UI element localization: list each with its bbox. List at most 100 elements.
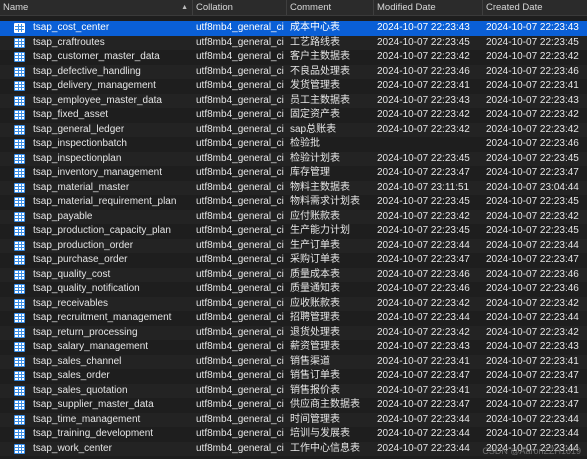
row-name: tsap_production_order (33, 239, 134, 251)
table-row[interactable]: tsap_inspectionbatch utf8mb4_general_ci 检验… (0, 137, 587, 152)
row-created-date: 2024-10-07 22:23:42 (486, 326, 579, 338)
row-created-date: 2024-10-07 22:23:46 (486, 138, 579, 149)
table-row[interactable]: tsap_inspectionplan utf8mb4_general_ci 检验计… (0, 151, 587, 167)
row-collation: utf8mb4_general_ci (196, 94, 284, 106)
row-name-cell[interactable]: tsap_production_order (0, 239, 193, 254)
table-icon (14, 124, 25, 135)
table-icon (14, 139, 25, 150)
table-icon (14, 168, 25, 179)
table-row[interactable]: tsap_general_ledger utf8mb4_general_ci sap… (0, 122, 587, 138)
row-name-cell[interactable]: tsap_production_capacity_plan (0, 224, 193, 239)
row-name-cell[interactable]: tsap_quality_notification (0, 282, 193, 297)
table-row[interactable]: tsap_payable utf8mb4_general_ci 应付账款表 2024-… (0, 209, 587, 225)
table-row[interactable]: tsap_cost_center utf8mb4_general_ci 成本中心表 2… (0, 21, 587, 36)
row-collation: utf8mb4_general_ci (196, 22, 284, 33)
table-row[interactable]: tsap_material_requirement_plan utf8mb4_ge… (0, 195, 587, 210)
row-comment: sap总账表 (290, 123, 337, 135)
table-row[interactable]: tsap_fixed_asset utf8mb4_general_ci 固定资产表 2… (0, 108, 587, 123)
row-name-cell[interactable]: tsap_time_management (0, 413, 193, 428)
row-name-cell[interactable]: tsap_supplier_master_data (0, 398, 193, 413)
row-name-cell[interactable]: tsap_sales_quotation (0, 384, 193, 399)
header-created-date[interactable]: Created Date (483, 0, 587, 15)
table-row[interactable]: tsap_quality_cost utf8mb4_general_ci 质量成本表… (0, 267, 587, 283)
table-row[interactable]: tsap_production_capacity_plan utf8mb4_gen… (0, 224, 587, 239)
row-created-date: 2024-10-07 22:23:44 (486, 413, 579, 425)
row-name-cell[interactable]: tsap_purchase_order (0, 253, 193, 268)
row-name-cell[interactable]: tsap_quality_cost (0, 268, 193, 283)
table-icon (14, 371, 25, 382)
row-modified-date: 2024-10-07 23:11:51 (377, 181, 470, 193)
table-row[interactable]: tsap_sales_order utf8mb4_general_ci 销售订单表 2… (0, 369, 587, 384)
row-name-cell[interactable]: tsap_delivery_management (0, 79, 193, 94)
row-modified-date: 2024-10-07 22:23:45 (377, 196, 470, 207)
table-row[interactable]: tsap_craftroutes utf8mb4_general_ci 工艺路线表 2… (0, 35, 587, 51)
header-modified-date[interactable]: Modified Date (374, 0, 483, 15)
table-row[interactable]: tsap_training_development utf8mb4_general… (0, 427, 587, 442)
table-row[interactable]: tsap_time_management utf8mb4_general_ci 时间… (0, 412, 587, 428)
row-name-cell[interactable]: tsap_defective_handling (0, 65, 193, 80)
row-modified-date: 2024-10-07 22:23:46 (377, 65, 470, 77)
table-row[interactable]: tsap_salary_management utf8mb4_general_ci… (0, 340, 587, 355)
row-collation: utf8mb4_general_ci (196, 80, 284, 91)
row-name-cell[interactable]: tsap_inventory_management (0, 166, 193, 181)
header-collation[interactable]: Collation (193, 0, 287, 15)
header-comment[interactable]: Comment (287, 0, 374, 15)
header-name[interactable]: Name ▲ (0, 0, 193, 15)
row-name-cell[interactable]: tsap_cost_center (0, 21, 193, 36)
table-row[interactable]: tsap_sales_channel utf8mb4_general_ci 销售渠道… (0, 354, 587, 370)
table-row[interactable]: tsap_production_order utf8mb4_general_ci 生… (0, 238, 587, 254)
row-name-cell[interactable]: tsap_inspectionplan (0, 152, 193, 167)
row-collation: utf8mb4_general_ci (196, 167, 284, 178)
watermark: CSDN @AaronZZH1819 (482, 446, 581, 456)
row-name: tsap_salary_management (33, 341, 149, 352)
row-name-cell[interactable]: tsap_material_master (0, 181, 193, 196)
row-name-cell[interactable]: tsap_work_center (0, 442, 193, 457)
table-row[interactable]: tsap_material_master utf8mb4_general_ci 物料… (0, 180, 587, 196)
table-row[interactable]: tsap_supplier_master_data utf8mb4_general… (0, 398, 587, 413)
table-row[interactable]: tsap_employee_master_data utf8mb4_general… (0, 93, 587, 109)
sort-arrow-icon[interactable]: ▲ (181, 0, 188, 15)
row-name: tsap_craftroutes (33, 36, 105, 48)
row-name-cell[interactable]: tsap_payable (0, 210, 193, 225)
table-row[interactable]: tsap_defective_handling utf8mb4_general_c… (0, 64, 587, 80)
row-name-cell[interactable]: tsap_sales_channel (0, 355, 193, 370)
row-name-cell[interactable]: tsap_recruitment_management (0, 311, 193, 326)
table-row[interactable]: tsap_purchase_order utf8mb4_general_ci 采购订… (0, 253, 587, 268)
table-row[interactable]: tsap_inventory_management utf8mb4_general… (0, 166, 587, 181)
row-name-cell[interactable]: tsap_receivables (0, 297, 193, 312)
row-comment: 薪资管理表 (290, 341, 340, 352)
row-name-cell[interactable]: tsap_craftroutes (0, 36, 193, 51)
table-row[interactable]: tsap_sales_quotation utf8mb4_general_ci 销售… (0, 383, 587, 399)
row-comment: 销售订单表 (290, 370, 340, 381)
table-row[interactable]: tsap_receivables utf8mb4_general_ci 应收账款表 2… (0, 296, 587, 312)
row-name-cell[interactable]: tsap_fixed_asset (0, 108, 193, 123)
row-name-cell[interactable]: tsap_return_processing (0, 326, 193, 341)
row-collation: utf8mb4_general_ci (196, 384, 284, 396)
row-collation: utf8mb4_general_ci (196, 109, 284, 120)
table-row[interactable]: tsap_recruitment_management utf8mb4_gener… (0, 311, 587, 326)
row-name-cell[interactable]: tsap_sales_order (0, 369, 193, 384)
row-comment: 质量通知表 (290, 283, 340, 294)
row-name-cell[interactable]: tsap_inspectionbatch (0, 137, 193, 152)
table-row[interactable]: tsap_delivery_management utf8mb4_general_… (0, 79, 587, 94)
row-name-cell[interactable]: tsap_general_ledger (0, 123, 193, 138)
table-icon (14, 182, 25, 193)
table-row[interactable]: tsap_return_processing utf8mb4_general_ci… (0, 325, 587, 341)
table-row[interactable]: tsap_customer_master_data utf8mb4_general… (0, 50, 587, 65)
table-icon (14, 400, 25, 411)
row-name-cell[interactable]: tsap_material_requirement_plan (0, 195, 193, 210)
row-name-cell[interactable]: tsap_employee_master_data (0, 94, 193, 109)
row-modified-date: 2024-10-07 22:23:44 (377, 413, 470, 425)
table-icon (14, 443, 25, 454)
row-name-cell[interactable]: tsap_salary_management (0, 340, 193, 355)
row-comment: 检验计划表 (290, 152, 340, 164)
row-name-cell[interactable]: tsap_training_development (0, 427, 193, 442)
table-list-view[interactable]: Name ▲ Collation Comment Modified Date C… (0, 0, 587, 456)
row-collation: utf8mb4_general_ci (196, 413, 284, 425)
table-icon (14, 81, 25, 92)
row-comment: 时间管理表 (290, 413, 340, 425)
row-name-cell[interactable]: tsap_customer_master_data (0, 50, 193, 65)
table-row[interactable]: tsap_quality_notification utf8mb4_general… (0, 282, 587, 297)
row-comment: 固定资产表 (290, 109, 340, 120)
row-created-date: 2024-10-07 22:23:45 (486, 225, 579, 236)
